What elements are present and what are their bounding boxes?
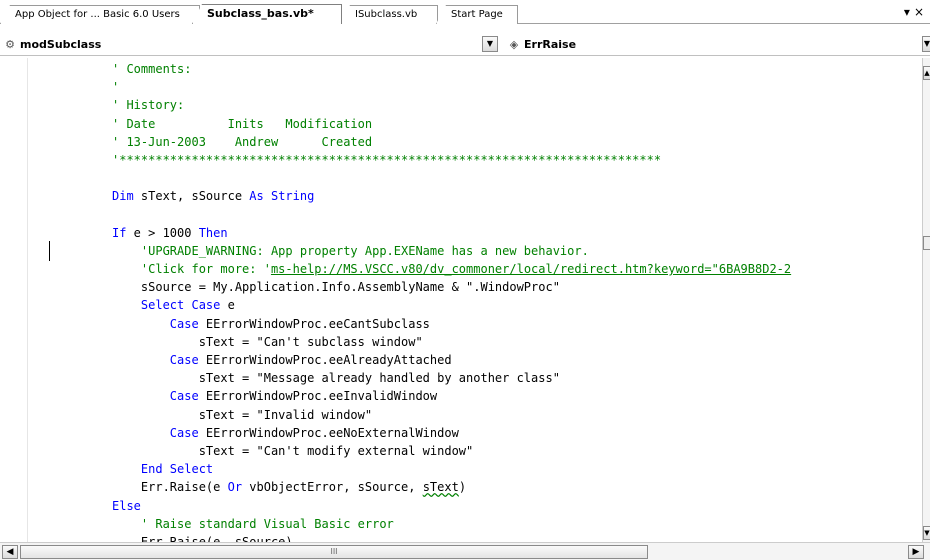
horizontal-scroll-thumb[interactable]: III: [20, 545, 648, 559]
code-line[interactable]: Select Case e: [112, 296, 791, 314]
tab-start-page[interactable]: Start Page: [436, 5, 518, 24]
code-line[interactable]: ' Raise standard Visual Basic error: [112, 515, 791, 533]
module-icon: ⚙: [5, 38, 15, 51]
code-line[interactable]: ': [112, 78, 791, 96]
code-line[interactable]: [112, 206, 791, 224]
code-line[interactable]: ' History:: [112, 96, 791, 114]
vertical-scroll-thumb[interactable]: [923, 236, 930, 250]
code-line[interactable]: sText = "Message already handled by anot…: [112, 369, 791, 387]
code-line[interactable]: Err.Raise(e Or vbObjectError, sSource, s…: [112, 478, 791, 496]
code-line[interactable]: Case EErrorWindowProc.eeInvalidWindow: [112, 387, 791, 405]
code-line[interactable]: Case EErrorWindowProc.eeCantSubclass: [112, 315, 791, 333]
code-line[interactable]: 'UPGRADE_WARNING: App property App.EXENa…: [112, 242, 791, 260]
member-combo-dropdown-button[interactable]: ▼: [922, 36, 930, 52]
code-navigation-bar: ⚙ modSubclass ▼ ◈ ErrRaise ▼: [0, 34, 930, 56]
method-icon: ◈: [509, 38, 519, 51]
vertical-scrollbar[interactable]: ▲ ▼: [922, 58, 930, 542]
code-line[interactable]: sText = "Can't subclass window": [112, 333, 791, 351]
code-line[interactable]: [112, 169, 791, 187]
code-text[interactable]: ' Comments: ' ' History: ' Date Inits Modif…: [112, 60, 791, 542]
code-editor[interactable]: ' Comments: ' ' History: ' Date Inits Modif…: [0, 58, 930, 542]
code-line[interactable]: Err.Raise(e, sSource): [112, 533, 791, 542]
code-line[interactable]: sText = "Invalid window": [112, 406, 791, 424]
code-line[interactable]: ' Date Inits Modification: [112, 115, 791, 133]
member-combo[interactable]: ◈ ErrRaise: [506, 36, 930, 54]
scroll-left-icon[interactable]: ◀: [2, 545, 18, 559]
scroll-up-icon[interactable]: ▲: [923, 66, 930, 80]
editor-gutter[interactable]: [0, 58, 28, 542]
code-line[interactable]: Case EErrorWindowProc.eeNoExternalWindow: [112, 424, 791, 442]
code-line[interactable]: 'Click for more: 'ms-help://MS.VSCC.v80/…: [112, 260, 791, 278]
scroll-right-icon[interactable]: ▶: [908, 545, 924, 559]
tab-list-dropdown-icon[interactable]: ▾: [904, 5, 914, 19]
code-line[interactable]: sSource = My.Application.Info.AssemblyNa…: [112, 278, 791, 296]
document-tab-strip: App Object for ... Basic 6.0 Users Subcl…: [0, 0, 930, 24]
tab-app-object[interactable]: App Object for ... Basic 6.0 Users: [0, 5, 200, 24]
code-line[interactable]: If e > 1000 Then: [112, 224, 791, 242]
object-combo-value: modSubclass: [20, 38, 102, 51]
code-line[interactable]: '***************************************…: [112, 151, 791, 169]
tab-controls: ▾×: [904, 5, 928, 19]
tab-subclass-bas[interactable]: Subclass_bas.vb*: [192, 4, 342, 24]
code-line[interactable]: ' 13-Jun-2003 Andrew Created: [112, 133, 791, 151]
code-line[interactable]: sText = "Can't modify external window": [112, 442, 791, 460]
code-line[interactable]: ' Comments:: [112, 60, 791, 78]
object-combo-dropdown-button[interactable]: ▼: [482, 36, 498, 52]
code-line[interactable]: Else: [112, 497, 791, 515]
code-line[interactable]: End Select: [112, 460, 791, 478]
scroll-down-icon[interactable]: ▼: [923, 526, 930, 540]
text-cursor: [49, 241, 50, 261]
object-combo[interactable]: ⚙ modSubclass: [2, 36, 490, 54]
tab-isubclass[interactable]: ISubclass.vb: [340, 5, 438, 24]
horizontal-scrollbar[interactable]: ◀ III ▶: [0, 542, 930, 560]
code-line[interactable]: Dim sText, sSource As String: [112, 187, 791, 205]
member-combo-value: ErrRaise: [524, 38, 577, 51]
close-tab-icon[interactable]: ×: [914, 5, 928, 19]
code-line[interactable]: Case EErrorWindowProc.eeAlreadyAttached: [112, 351, 791, 369]
